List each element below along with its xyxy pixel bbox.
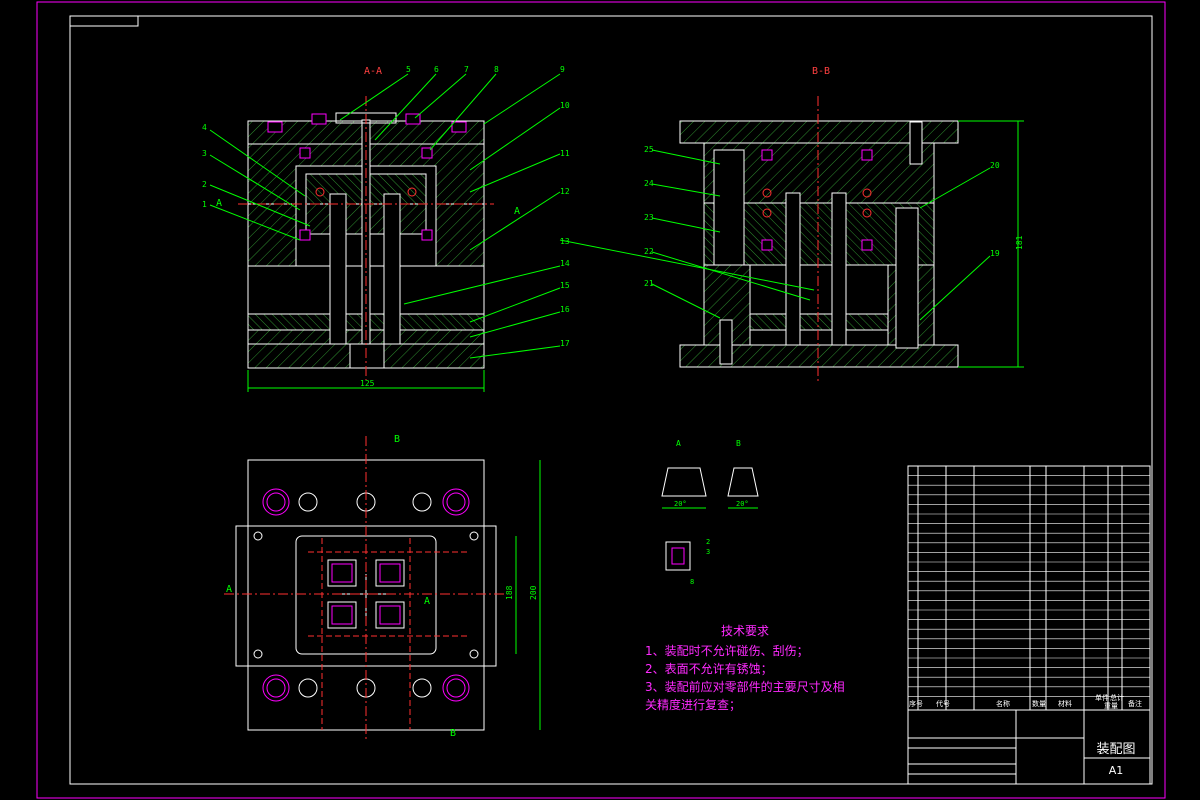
detail-a-angle: 20° (674, 500, 687, 508)
technical-requirements: 技术要求 1、装配时不允许碰伤、刮伤； 2、表面不允许有锈蚀； 3、装配前应对零… (645, 622, 845, 714)
section-b-b-view: B-B 181 (559, 66, 1024, 382)
detail-dim-2: 2 (706, 538, 710, 546)
detail-b-angle: 20° (736, 500, 749, 508)
plan-view: 188 200 B B A A (224, 434, 541, 740)
sheet-size: A1 (1108, 764, 1124, 777)
header-material: 材料 (1058, 699, 1072, 708)
header-code: 代号 (936, 699, 950, 708)
callout-21: 21 (644, 279, 654, 288)
tech-req-item-1: 1、装配时不允许碰伤、刮伤； (645, 644, 809, 658)
drawing-name: 装配图 (1096, 742, 1136, 757)
callout-12: 12 (560, 187, 570, 196)
callout-14: 14 (560, 259, 570, 268)
dim-200: 200 (529, 585, 538, 600)
callout-8: 8 (494, 65, 499, 74)
callout-20: 20 (990, 161, 1000, 170)
parts-list-headers: 序号 代号 名称 数量 材料 单件 总计 重量 备注 (909, 693, 1142, 710)
detail-dim-8: 8 (690, 578, 694, 586)
detail-b-label: B (736, 439, 741, 448)
detail-dim-3: 3 (706, 548, 710, 556)
parts-list-table (907, 465, 1151, 711)
callout-2: 2 (202, 180, 207, 189)
detail-views: A B 20° 20° 2 3 8 (661, 439, 759, 586)
plan-arrow-b-top: B (394, 434, 400, 445)
header-index: 序号 (909, 699, 923, 708)
sheet-border-inner (69, 15, 1153, 785)
callout-17: 17 (560, 339, 570, 348)
header-unit: 单件 (1095, 693, 1109, 702)
callout-7: 7 (464, 65, 469, 74)
callout-19: 19 (990, 249, 1000, 258)
tech-req-item-2: 2、表面不允许有锈蚀； (645, 662, 773, 676)
section-a-a-view: A-A 125 A A (209, 66, 561, 392)
tech-req-item-3: 3、装配前应对零部件的主要尺寸及相关精度进行复查； (645, 680, 845, 712)
dim-188: 188 (505, 585, 514, 600)
cad-drawing-canvas: A-A 125 A A 4 3 2 1 5 6 7 8 9 10 11 12 1… (36, 1, 1166, 799)
callout-6: 6 (434, 65, 439, 74)
corner-label-box (69, 15, 139, 27)
callout-15: 15 (560, 281, 570, 290)
header-weight: 重量 (1104, 702, 1118, 710)
callout-23: 23 (644, 213, 654, 222)
plan-arrow-b-bottom: B (450, 728, 456, 739)
header-remark: 备注 (1128, 699, 1142, 708)
callout-22: 22 (644, 247, 654, 256)
tech-req-title: 技术要求 (720, 624, 769, 638)
callout-16: 16 (560, 305, 570, 314)
section-b-b-label: B-B (812, 66, 830, 77)
header-total: 总计 (1110, 693, 1124, 702)
section-arrow-a-right: A (514, 206, 520, 217)
header-name: 名称 (996, 699, 1010, 708)
header-qty: 数量 (1032, 699, 1046, 708)
callout-10: 10 (560, 101, 570, 110)
callout-25: 25 (644, 145, 654, 154)
callout-4: 4 (202, 123, 207, 132)
plan-arrow-a-left: A (226, 584, 232, 595)
parts-list-rows (908, 475, 1150, 697)
dim-181: 181 (1015, 235, 1024, 250)
callout-5: 5 (406, 65, 411, 74)
callout-24: 24 (644, 179, 654, 188)
callout-9: 9 (560, 65, 565, 74)
dim-125: 125 (360, 379, 375, 388)
section-a-a-label: A-A (364, 66, 382, 77)
plan-arrow-a-right: A (424, 596, 430, 607)
callout-1: 1 (202, 200, 207, 209)
callout-11: 11 (560, 149, 570, 158)
detail-a-label: A (676, 439, 681, 448)
callout-3: 3 (202, 149, 207, 158)
